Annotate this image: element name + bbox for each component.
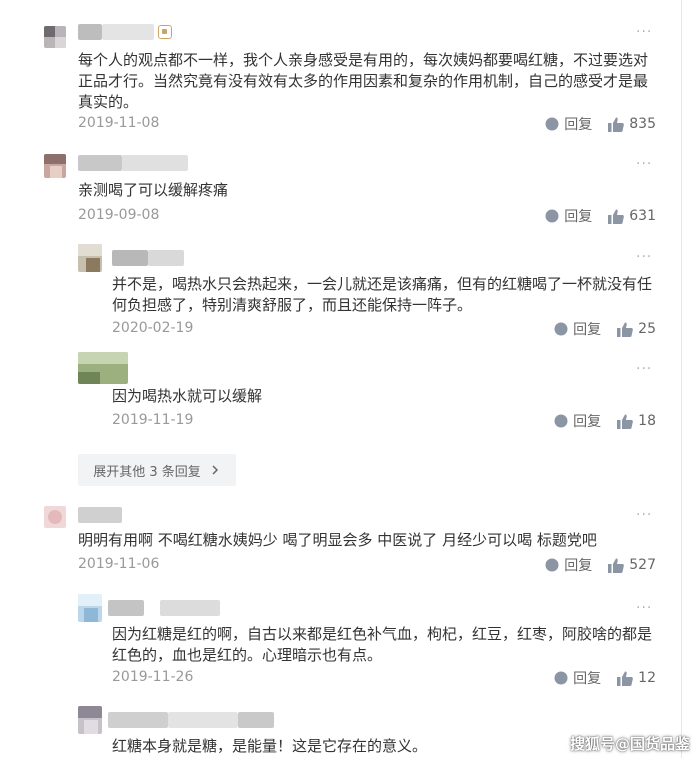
reply-button[interactable]: 回复 [554,319,601,339]
avatar[interactable] [78,352,128,384]
comment-actions: 回复 631 [545,206,656,226]
thumbs-up-icon [608,117,625,132]
comment-text: 因为红糖是红的啊，自古以来都是红色补气血，枸杞，红豆，红枣，阿胶啥的都是 红色的… [112,625,653,664]
expand-replies-button[interactable]: 展开其他 3 条回复 [78,454,236,486]
comment-bubble-icon [545,209,559,223]
thumbs-up-icon [617,671,634,686]
avatar[interactable] [44,506,66,528]
reply-button[interactable]: 回复 [545,555,592,575]
comment-actions: 回复 18 [554,411,656,431]
thumbs-up-icon [617,414,634,429]
more-menu-icon[interactable]: ··· [636,24,652,40]
username-blurred[interactable] [78,24,154,40]
comment-actions: 回复 835 [545,114,656,134]
comment-text: 亲测喝了可以缓解疼痛 [78,181,229,199]
more-menu-icon[interactable]: ··· [636,156,652,172]
comment-text: 红糖本身就是糖，是能量！这是它存在的意义。 [112,737,428,755]
watermark: 搜狐号@国货品鉴 [569,735,690,753]
reply-button[interactable]: 回复 [545,206,592,226]
comment-bubble-icon [545,117,559,131]
comment-date: 2019-09-08 [78,207,160,223]
like-button[interactable]: 527 [608,557,656,573]
comment-actions: 回复 25 [554,319,656,339]
thumbs-up-icon [617,322,634,337]
comment-date: 2019-11-08 [78,115,160,131]
comment-text: 因为喝热水就可以缓解 [112,387,263,405]
username-blurred[interactable] [108,712,274,728]
comment-text: 每个人的观点都不一样，我个人亲身感受是有用的，每次姨妈都要喝红糖，不过要选对 正… [78,51,649,111]
comment-bubble-icon [554,414,568,428]
more-menu-icon[interactable]: ··· [636,600,652,616]
chevron-right-icon [212,465,218,475]
comment-bubble-icon [554,322,568,336]
comment-actions: 回复 12 [554,668,656,688]
thumbs-up-icon [608,209,625,224]
comment-actions: 回复 527 [545,555,656,575]
comment-date: 2020-02-19 [112,320,194,336]
username-blurred[interactable] [78,155,188,171]
like-button[interactable]: 631 [608,208,656,224]
comment-bubble-icon [554,671,568,685]
username-blurred[interactable] [78,507,122,523]
more-menu-icon[interactable]: ··· [636,507,652,523]
comment-date: 2019-11-19 [112,412,194,428]
avatar[interactable] [78,706,102,734]
avatar[interactable] [44,154,66,178]
thumbs-up-icon [608,558,625,573]
avatar[interactable] [78,244,102,272]
username-blurred[interactable] [108,600,220,616]
reply-button[interactable]: 回复 [545,114,592,134]
avatar[interactable] [78,594,102,622]
more-menu-icon[interactable]: ··· [636,249,652,265]
like-button[interactable]: 12 [617,670,656,686]
comment-date: 2019-11-06 [78,556,160,572]
like-button[interactable]: 25 [617,321,656,337]
avatar[interactable] [44,26,66,48]
like-button[interactable]: 18 [617,413,656,429]
username-blurred[interactable] [112,250,184,266]
comment-date: 2019-11-26 [112,669,194,685]
vip-badge-icon [158,25,172,39]
comment-text: 明明有用啊 不喝红糖水姨妈少 喝了明显会多 中医说了 月经少可以喝 标题党吧 [78,531,597,549]
like-button[interactable]: 835 [608,116,656,132]
comment-text: 并不是，喝热水只会热起来，一会儿就还是该痛痛，但有的红糖喝了一杯就没有任 何负担… [112,275,653,314]
reply-button[interactable]: 回复 [554,411,601,431]
comment-bubble-icon [545,558,559,572]
reply-button[interactable]: 回复 [554,668,601,688]
more-menu-icon[interactable]: ··· [636,361,652,377]
